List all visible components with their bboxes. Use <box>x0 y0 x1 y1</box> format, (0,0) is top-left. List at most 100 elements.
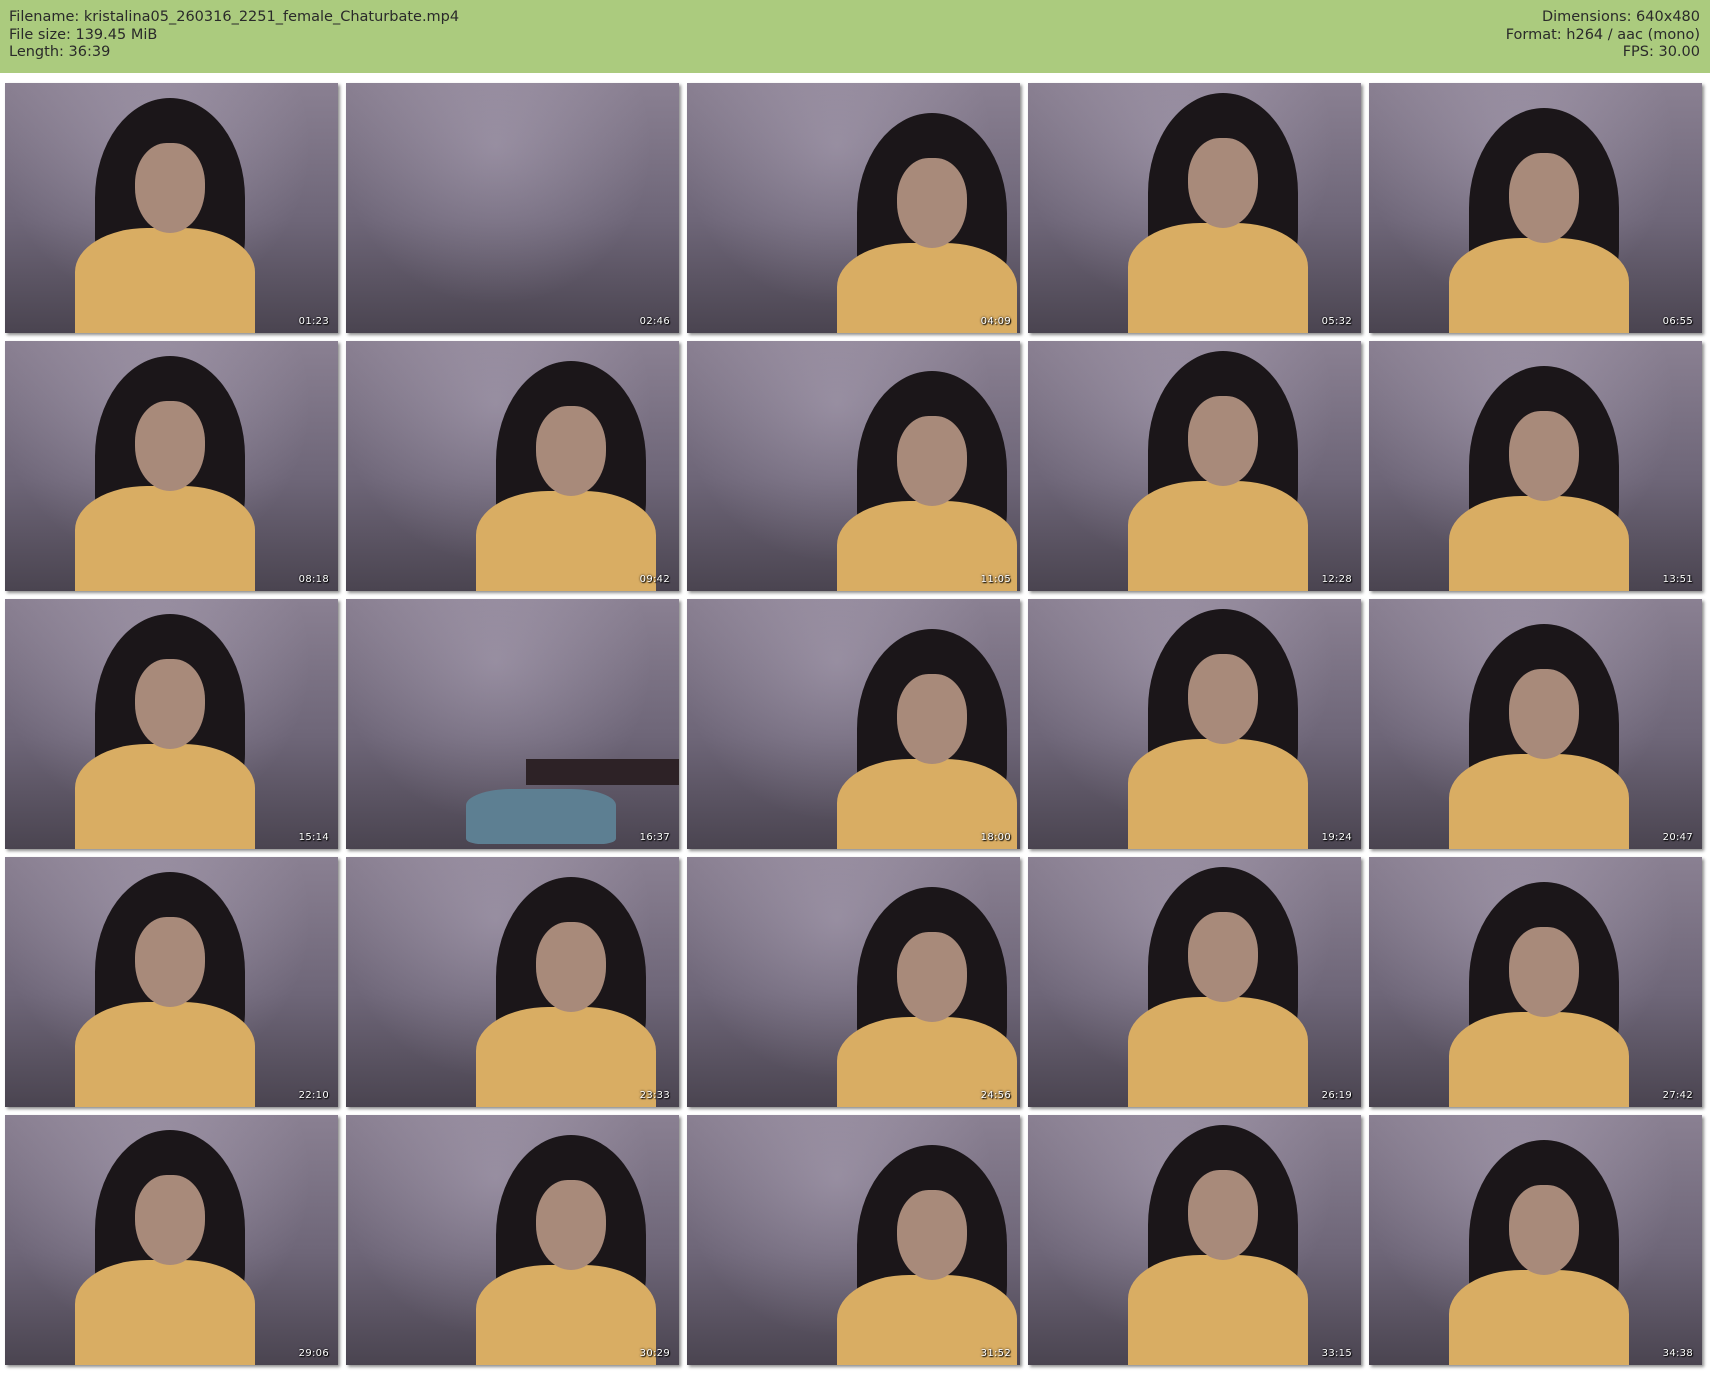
person-face <box>135 1175 205 1265</box>
person-face <box>1509 1185 1579 1275</box>
person-face <box>1188 912 1258 1002</box>
thumbnail-grid: 01:23 02:46 04:09 05:32 06:55 08:18 09:42 11:05… <box>5 83 1705 1367</box>
person-shirt <box>1128 997 1308 1107</box>
video-thumbnail: 23:33 <box>346 857 679 1107</box>
video-thumbnail: 29:06 <box>5 1115 338 1365</box>
person-face <box>897 416 967 506</box>
person-shirt <box>1128 223 1308 333</box>
video-thumbnail: 13:51 <box>1369 341 1702 591</box>
thumbnail-timestamp: 26:19 <box>1321 1090 1352 1101</box>
person-shirt <box>1449 1270 1629 1365</box>
dimensions-text: Dimensions: 640x480 <box>1541 9 1700 25</box>
wall-lighting <box>346 83 679 333</box>
thumbnail-timestamp: 16:37 <box>639 832 670 843</box>
person-face <box>536 1180 606 1270</box>
person-shirt <box>476 1007 656 1107</box>
person-face <box>135 917 205 1007</box>
person-shirt <box>1449 1012 1629 1107</box>
person-face <box>1188 654 1258 744</box>
person-face <box>1188 138 1258 228</box>
filesize-text: File size: 139.45 MiB <box>9 26 158 43</box>
thumbnail-timestamp: 18:00 <box>980 832 1011 843</box>
video-thumbnail: 31:52 <box>687 1115 1020 1365</box>
video-thumbnail: 05:32 <box>1028 83 1361 333</box>
video-thumbnail: 11:05 <box>687 341 1020 591</box>
thumbnail-timestamp: 19:24 <box>1321 832 1352 843</box>
video-thumbnail: 15:14 <box>5 599 338 849</box>
thumbnail-timestamp: 12:28 <box>1321 574 1352 585</box>
thumbnail-timestamp: 02:46 <box>639 316 670 327</box>
bed-headboard <box>526 759 679 785</box>
thumbnail-timestamp: 30:29 <box>639 1348 670 1359</box>
video-info: Dimensions: 640x480 Format: h264 / aac (… <box>1506 9 1700 62</box>
video-thumbnail: 06:55 <box>1369 83 1702 333</box>
thumbnail-timestamp: 15:14 <box>298 832 329 843</box>
person-shirt <box>476 1265 656 1365</box>
person-face <box>897 158 967 248</box>
video-thumbnail: 27:42 <box>1369 857 1702 1107</box>
thumbnail-timestamp: 01:23 <box>298 316 329 327</box>
thumbnail-timestamp: 04:09 <box>980 316 1011 327</box>
person-shirt <box>75 228 255 333</box>
person-face <box>135 659 205 749</box>
thumbnail-timestamp: 06:55 <box>1662 316 1693 327</box>
thumbnail-timestamp: 24:56 <box>980 1090 1011 1101</box>
video-thumbnail: 09:42 <box>346 341 679 591</box>
person-face <box>897 674 967 764</box>
thumbnail-timestamp: 22:10 <box>298 1090 329 1101</box>
person-face <box>1509 411 1579 501</box>
video-thumbnail: 20:47 <box>1369 599 1702 849</box>
person-face <box>1509 669 1579 759</box>
person-face <box>1188 396 1258 486</box>
video-thumbnail: 08:18 <box>5 341 338 591</box>
person-face <box>1509 153 1579 243</box>
person-shirt <box>1449 754 1629 849</box>
thumbnail-timestamp: 20:47 <box>1662 832 1693 843</box>
thumbnail-timestamp: 29:06 <box>298 1348 329 1359</box>
video-thumbnail: 30:29 <box>346 1115 679 1365</box>
person-face <box>897 932 967 1022</box>
person-shirt <box>1128 1255 1308 1365</box>
person-face <box>135 401 205 491</box>
format-text: Format: h264 / aac (mono) <box>1505 26 1700 43</box>
person-face <box>1188 1170 1258 1260</box>
person-shirt <box>1449 496 1629 591</box>
info-header: Filename: kristalina05_260316_2251_femal… <box>0 0 1710 73</box>
file-info: Filename: kristalina05_260316_2251_femal… <box>9 9 459 62</box>
video-thumbnail: 12:28 <box>1028 341 1361 591</box>
thumbnail-timestamp: 11:05 <box>980 574 1011 585</box>
person-face <box>135 143 205 233</box>
person-face <box>536 922 606 1012</box>
video-thumbnail: 34:38 <box>1369 1115 1702 1365</box>
person-shirt <box>75 744 255 849</box>
filename-text: Filename: kristalina05_260316_2251_femal… <box>9 9 460 25</box>
thumbnail-timestamp: 23:33 <box>639 1090 670 1101</box>
video-thumbnail: 04:09 <box>687 83 1020 333</box>
video-thumbnail: 19:24 <box>1028 599 1361 849</box>
person-face <box>536 406 606 496</box>
person-shirt <box>1128 739 1308 849</box>
thumbnail-timestamp: 31:52 <box>980 1348 1011 1359</box>
video-thumbnail: 33:15 <box>1028 1115 1361 1365</box>
person-face <box>897 1190 967 1280</box>
person-face <box>1509 927 1579 1017</box>
person-shirt <box>1128 481 1308 591</box>
thumbnail-timestamp: 09:42 <box>639 574 670 585</box>
video-thumbnail: 22:10 <box>5 857 338 1107</box>
length-text: Length: 36:39 <box>9 44 111 60</box>
thumbnail-timestamp: 08:18 <box>298 574 329 585</box>
thumbnail-timestamp: 13:51 <box>1662 574 1693 585</box>
video-thumbnail: 01:23 <box>5 83 338 333</box>
video-thumbnail: 16:37 <box>346 599 679 849</box>
thumbnail-timestamp: 33:15 <box>1321 1348 1352 1359</box>
video-thumbnail: 02:46 <box>346 83 679 333</box>
video-thumbnail: 18:00 <box>687 599 1020 849</box>
thumbnail-timestamp: 05:32 <box>1321 316 1352 327</box>
fps-text: FPS: 30.00 <box>1622 44 1700 60</box>
pillow <box>466 789 616 844</box>
person-shirt <box>75 1002 255 1107</box>
person-shirt <box>476 491 656 591</box>
person-shirt <box>75 1260 255 1365</box>
thumbnail-timestamp: 34:38 <box>1662 1348 1693 1359</box>
video-thumbnail: 24:56 <box>687 857 1020 1107</box>
